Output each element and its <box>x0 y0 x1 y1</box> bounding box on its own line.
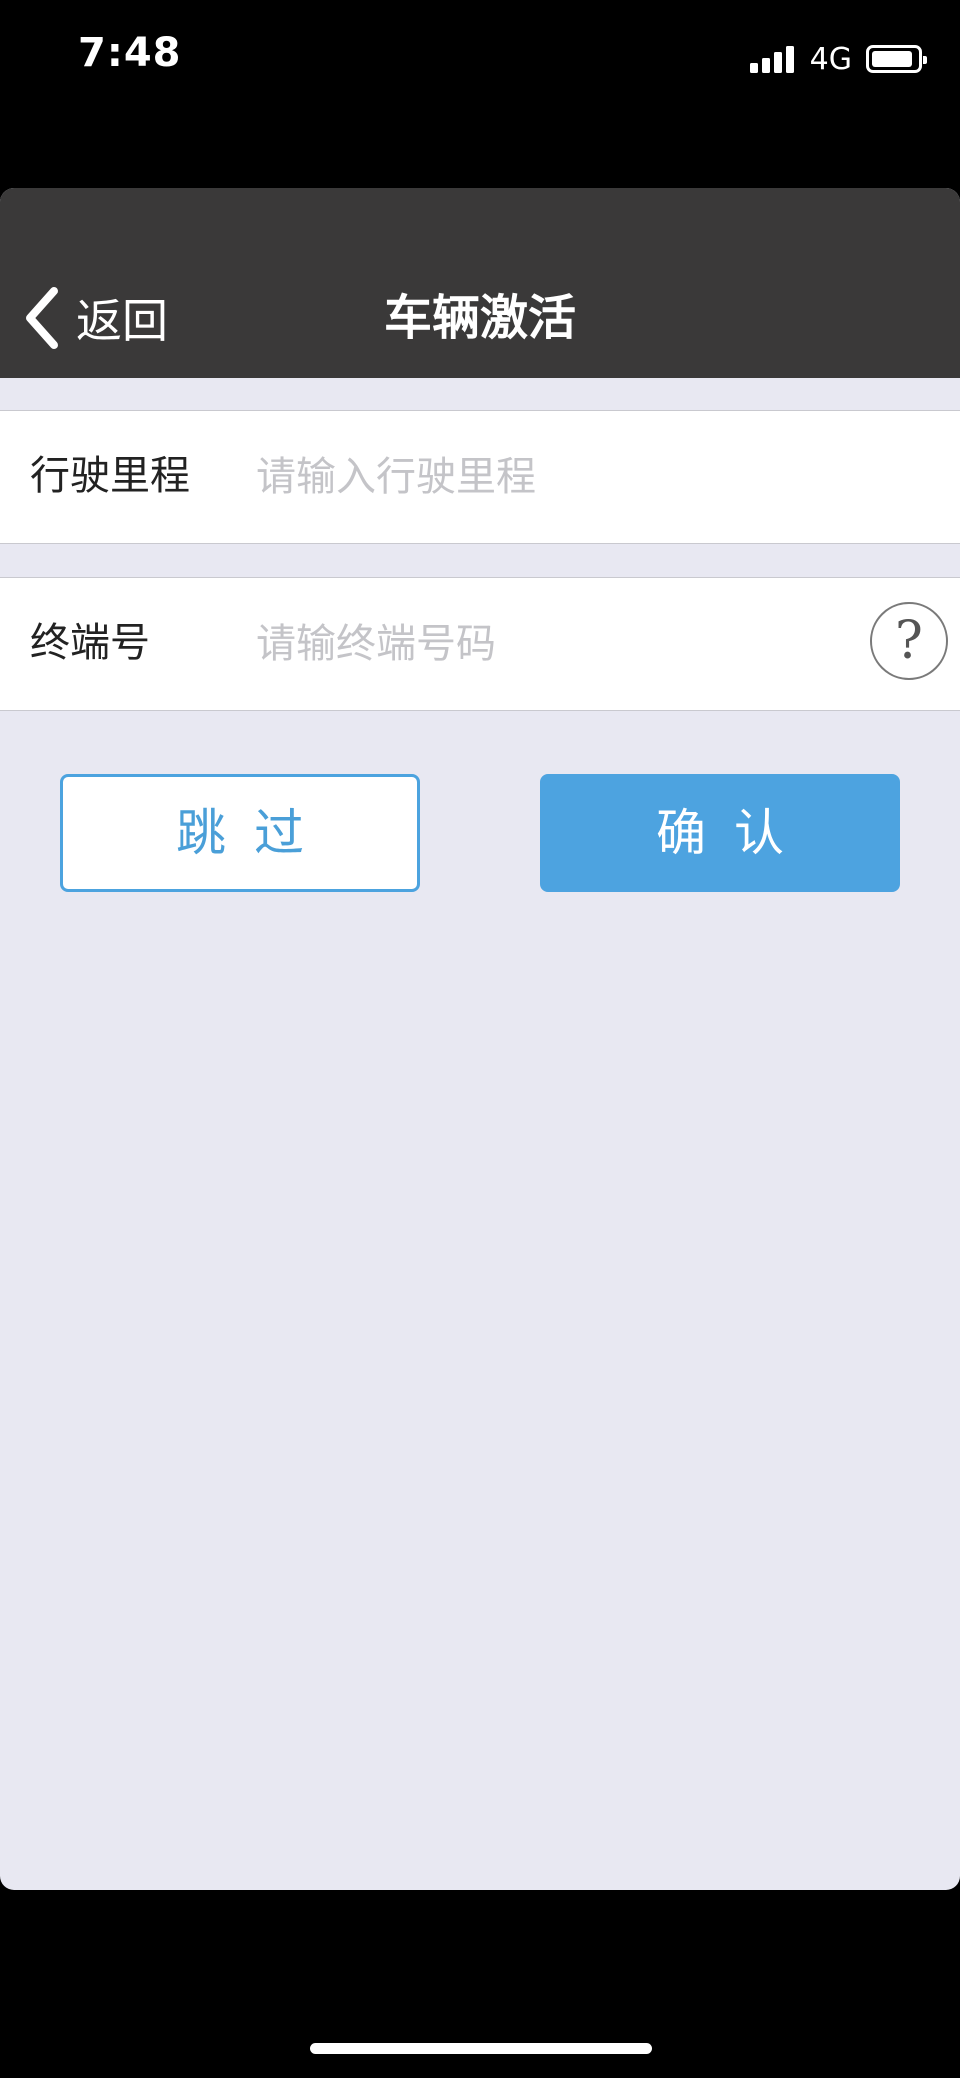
question-circle-icon[interactable]: ? <box>870 602 948 680</box>
app-screen: 返回 车辆激活 行驶里程 终端号 ? 跳过 确认 <box>0 188 960 1890</box>
page-title: 车辆激活 <box>383 290 576 346</box>
back-button[interactable]: 返回 <box>22 280 168 356</box>
terminal-input[interactable] <box>256 608 776 680</box>
status-time: 7:48 <box>78 30 182 76</box>
mileage-label: 行驶里程 <box>30 453 190 499</box>
terminal-label: 终端号 <box>30 620 150 666</box>
battery-icon <box>866 45 927 73</box>
status-indicators: 4G <box>749 41 927 77</box>
help-glyph: ? <box>895 611 923 671</box>
mileage-row: 行驶里程 <box>0 410 960 544</box>
chevron-left-icon <box>26 287 58 349</box>
mileage-input[interactable] <box>256 441 846 513</box>
home-indicator[interactable] <box>310 2043 652 2054</box>
network-label: 4G <box>809 41 852 77</box>
navigation-bar: 返回 车辆激活 <box>0 188 960 378</box>
skip-button[interactable]: 跳过 <box>60 774 420 892</box>
signal-icon <box>749 45 798 73</box>
confirm-button[interactable]: 确认 <box>540 774 900 892</box>
terminal-row: 终端号 ? <box>0 577 960 711</box>
status-bar: 7:48 4G <box>0 0 960 120</box>
back-label: 返回 <box>76 294 168 348</box>
